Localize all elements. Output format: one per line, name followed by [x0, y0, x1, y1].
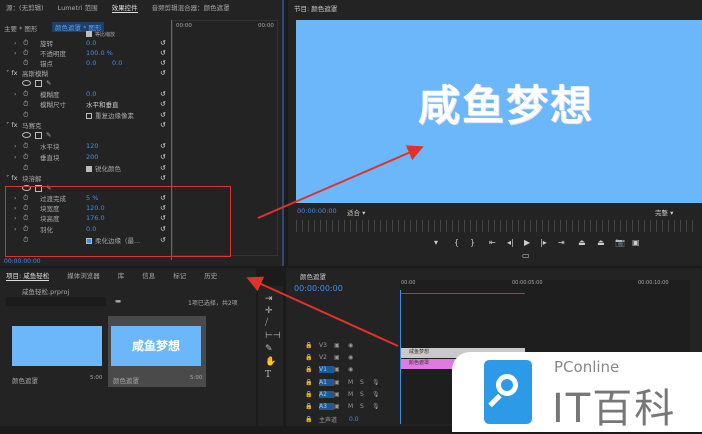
arrow-to-preview	[257, 145, 424, 219]
arrow-to-history	[246, 276, 399, 347]
annotation-arrows	[246, 145, 424, 347]
